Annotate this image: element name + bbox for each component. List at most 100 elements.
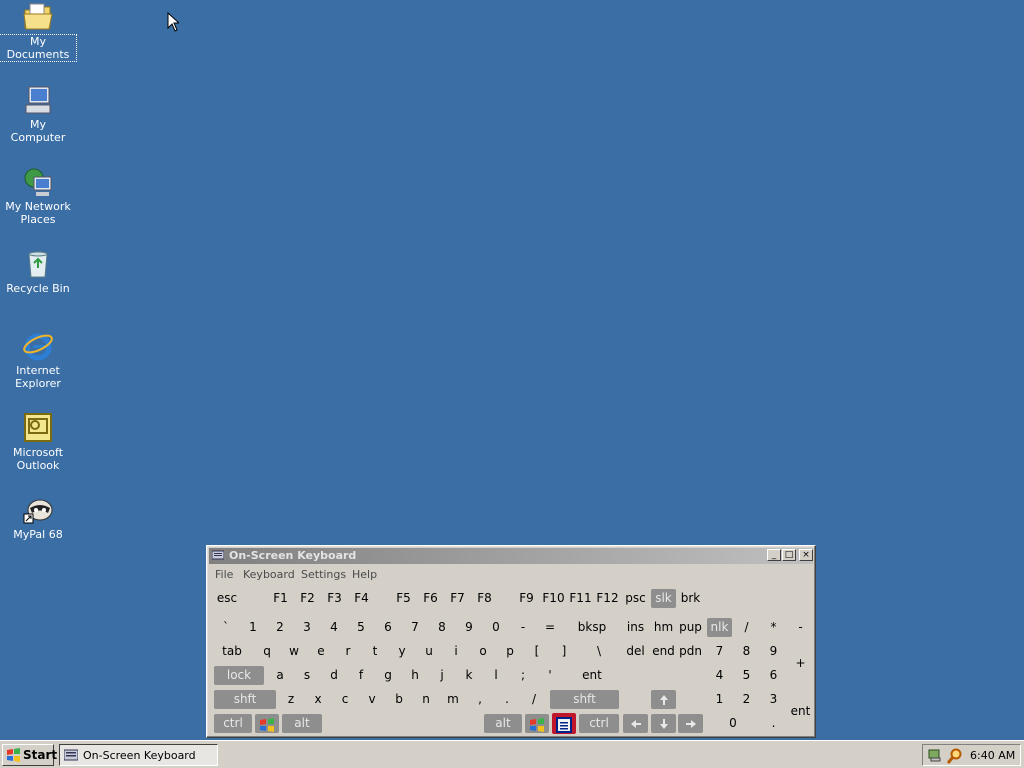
- key-num-6[interactable]: 6: [761, 666, 786, 685]
- key-u[interactable]: u: [417, 642, 441, 661]
- key-f11[interactable]: F11: [568, 589, 593, 608]
- key-1[interactable]: 1: [241, 618, 265, 637]
- key-m[interactable]: m: [441, 690, 465, 709]
- key-b[interactable]: b: [387, 690, 411, 709]
- maximize-button[interactable]: □: [782, 549, 796, 561]
- windows-key-icon[interactable]: [525, 714, 549, 733]
- key-num-1[interactable]: 1: [707, 690, 732, 709]
- key-minus[interactable]: -: [511, 618, 535, 637]
- key-f1[interactable]: F1: [268, 589, 293, 608]
- key-num-plus[interactable]: +: [788, 642, 813, 685]
- key-k[interactable]: k: [457, 666, 481, 685]
- key-page-down[interactable]: pdn: [678, 642, 703, 661]
- desktop-icon-my-computer[interactable]: My Computer: [0, 84, 76, 144]
- key-num-4[interactable]: 4: [707, 666, 732, 685]
- key-left-shift[interactable]: shft: [214, 690, 276, 709]
- menu-keyboard[interactable]: Keyboard: [243, 568, 295, 581]
- key-f5[interactable]: F5: [391, 589, 416, 608]
- key-9[interactable]: 9: [457, 618, 481, 637]
- desktop-icon-recycle-bin[interactable]: Recycle Bin: [0, 248, 76, 295]
- key-f[interactable]: f: [349, 666, 373, 685]
- key-caps-lock[interactable]: lock: [214, 666, 264, 685]
- key-left-bracket[interactable]: [: [525, 642, 549, 661]
- key-comma[interactable]: ,: [468, 690, 492, 709]
- key-right-shift[interactable]: shft: [550, 690, 619, 709]
- key-0[interactable]: 0: [484, 618, 508, 637]
- desktop-icon-microsoft-outlook[interactable]: Microsoft Outlook: [0, 412, 76, 472]
- key-page-up[interactable]: pup: [678, 618, 703, 637]
- desktop-icon-mypal[interactable]: MyPal 68: [0, 494, 76, 541]
- key-f12[interactable]: F12: [595, 589, 620, 608]
- key-numlock[interactable]: nlk: [707, 618, 732, 637]
- key-f8[interactable]: F8: [472, 589, 497, 608]
- key-e[interactable]: e: [309, 642, 333, 661]
- key-delete[interactable]: del: [623, 642, 648, 661]
- key-f6[interactable]: F6: [418, 589, 443, 608]
- minimize-button[interactable]: _: [767, 549, 781, 561]
- key-tab[interactable]: tab: [214, 642, 250, 661]
- key-2[interactable]: 2: [268, 618, 292, 637]
- key-num-8[interactable]: 8: [734, 642, 759, 661]
- key-equals[interactable]: =: [538, 618, 562, 637]
- key-enter[interactable]: ent: [565, 666, 619, 685]
- windows-key-icon[interactable]: [255, 714, 279, 733]
- key-num-9[interactable]: 9: [761, 642, 786, 661]
- key-semicolon[interactable]: ;: [511, 666, 535, 685]
- window-titlebar[interactable]: On-Screen Keyboard _ □ ×: [209, 548, 813, 564]
- key-j[interactable]: j: [430, 666, 454, 685]
- key-num-5[interactable]: 5: [734, 666, 759, 685]
- key-f4[interactable]: F4: [349, 589, 374, 608]
- key-left-ctrl[interactable]: ctrl: [214, 714, 252, 733]
- key-quote[interactable]: ': [538, 666, 562, 685]
- key-num-decimal[interactable]: .: [761, 714, 786, 733]
- key-num-0[interactable]: 0: [707, 714, 759, 733]
- key-y[interactable]: y: [390, 642, 414, 661]
- key-5[interactable]: 5: [349, 618, 373, 637]
- desktop-icon-my-network-places[interactable]: My Network Places: [0, 166, 76, 226]
- key-s[interactable]: s: [295, 666, 319, 685]
- key-slash[interactable]: /: [522, 690, 546, 709]
- key-a[interactable]: a: [268, 666, 292, 685]
- key-end[interactable]: end: [651, 642, 676, 661]
- key-backspace[interactable]: bksp: [565, 618, 619, 637]
- key-g[interactable]: g: [376, 666, 400, 685]
- menu-file[interactable]: File: [215, 568, 233, 581]
- key-d[interactable]: d: [322, 666, 346, 685]
- taskbar-button-on-screen-keyboard[interactable]: On-Screen Keyboard: [59, 744, 218, 766]
- key-right-ctrl[interactable]: ctrl: [579, 714, 619, 733]
- key-z[interactable]: z: [279, 690, 303, 709]
- arrow-left-key-icon[interactable]: [623, 714, 648, 733]
- key-brk[interactable]: brk: [678, 589, 703, 608]
- on-screen-keyboard-window[interactable]: On-Screen Keyboard _ □ × File Keyboard S…: [206, 545, 816, 738]
- key-right-bracket[interactable]: ]: [552, 642, 576, 661]
- key-insert[interactable]: ins: [623, 618, 648, 637]
- key-q[interactable]: q: [255, 642, 279, 661]
- key-n[interactable]: n: [414, 690, 438, 709]
- menu-settings[interactable]: Settings: [301, 568, 346, 581]
- key-num-2[interactable]: 2: [734, 690, 759, 709]
- arrow-right-key-icon[interactable]: [678, 714, 703, 733]
- arrow-up-key-icon[interactable]: [651, 690, 676, 709]
- key-r[interactable]: r: [336, 642, 360, 661]
- key-home[interactable]: hm: [651, 618, 676, 637]
- desktop-icon-internet-explorer[interactable]: Internet Explorer: [0, 330, 76, 390]
- search-tray-icon[interactable]: [946, 748, 963, 767]
- key-f3[interactable]: F3: [322, 589, 347, 608]
- key-4[interactable]: 4: [322, 618, 346, 637]
- desktop-icon-my-documents[interactable]: My Documents: [0, 1, 77, 62]
- key-f7[interactable]: F7: [445, 589, 470, 608]
- key-6[interactable]: 6: [376, 618, 400, 637]
- key-num-7[interactable]: 7: [707, 642, 732, 661]
- key-left-alt[interactable]: alt: [282, 714, 322, 733]
- key-3[interactable]: 3: [295, 618, 319, 637]
- key-space[interactable]: [324, 714, 481, 733]
- key-num-multiply[interactable]: *: [761, 618, 786, 637]
- key-c[interactable]: c: [333, 690, 357, 709]
- key-7[interactable]: 7: [403, 618, 427, 637]
- key-f9[interactable]: F9: [514, 589, 539, 608]
- application-menu-key-icon[interactable]: [552, 713, 576, 734]
- arrow-down-key-icon[interactable]: [651, 714, 676, 733]
- key-o[interactable]: o: [471, 642, 495, 661]
- key-l[interactable]: l: [484, 666, 508, 685]
- key-8[interactable]: 8: [430, 618, 454, 637]
